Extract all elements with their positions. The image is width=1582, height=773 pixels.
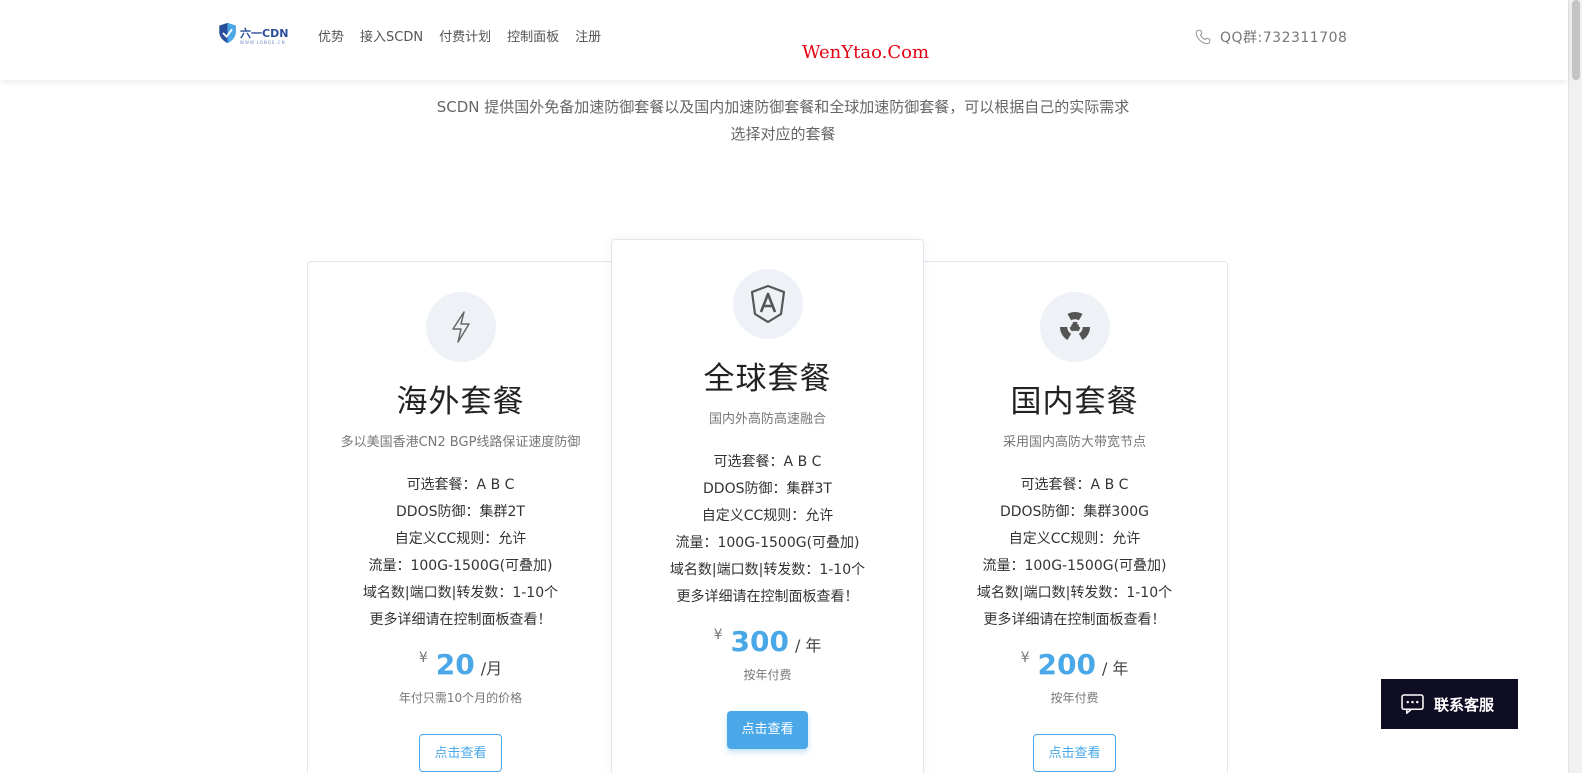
nav-item-connect-scdn[interactable]: 接入SCDN — [360, 26, 423, 45]
price-note: 年付只需10个月的价格 — [398, 691, 523, 705]
price-amount: 300 — [730, 625, 789, 658]
radiation-icon — [1059, 311, 1090, 340]
plan-title: 全球套餐 — [703, 361, 832, 397]
plan-feature: 域名数|端口数|转发数：1-10个 — [976, 585, 1173, 601]
main-nav: 优势 接入SCDN 付费计划 控制面板 注册 — [318, 26, 601, 45]
plan-price: ¥ 200 / 年 — [922, 648, 1227, 681]
top-navbar: 六一CDN WWW.LONGE.CN 优势 接入SCDN 付费计划 控制面板 注… — [0, 0, 1568, 80]
price-amount: 20 — [435, 648, 475, 681]
watermark-text: WenYtao.Com — [802, 42, 930, 63]
plan-feature: 自定义CC规则：允许 — [1008, 531, 1141, 547]
intro-line-2: 选择对应的套餐 — [730, 125, 836, 143]
price-amount: 200 — [1037, 648, 1096, 681]
plan-card-overseas: 海外套餐 多以美国香港CN2 BGP线路保证速度防御 可选套餐：A B C DD… — [307, 261, 613, 773]
plan-card-domestic: 国内套餐 采用国内高防大带宽节点 可选套餐：A B C DDOS防御：集群300… — [922, 261, 1228, 773]
chat-icon — [1401, 694, 1424, 714]
plan-feature: 自定义CC规则：允许 — [394, 531, 527, 547]
plan-feature: 流量：100G-1500G(可叠加) — [675, 535, 860, 551]
plan-feature: 可选套餐：A B C — [713, 454, 822, 470]
pricing-intro: SCDN 提供国外免备加速防御套餐以及国内加速防御套餐和全球加速防御套餐，可以根… — [400, 94, 1166, 148]
currency-symbol: ¥ — [713, 627, 723, 643]
price-note: 按年付费 — [743, 668, 792, 682]
plan-price: ¥ 300 / 年 — [612, 625, 923, 658]
plan-feature: 更多详细请在控制面板查看！ — [983, 612, 1166, 628]
qq-group-contact[interactable]: QQ群:732311708 — [1194, 27, 1347, 47]
nav-item-control-panel[interactable]: 控制面板 — [507, 26, 559, 45]
plan-feature: 更多详细请在控制面板查看！ — [369, 612, 552, 628]
site-logo[interactable]: 六一CDN WWW.LONGE.CN — [218, 22, 289, 45]
plan-subtitle: 多以美国香港CN2 BGP线路保证速度防御 — [340, 435, 581, 450]
nav-item-pricing[interactable]: 付费计划 — [439, 26, 491, 45]
currency-symbol: ¥ — [418, 650, 428, 666]
phone-icon — [1195, 29, 1211, 45]
plan-feature: 域名数|端口数|转发数：1-10个 — [362, 585, 559, 601]
plan-feature: 流量：100G-1500G(可叠加) — [982, 558, 1167, 574]
contact-support-label: 联系客服 — [1434, 695, 1495, 714]
plan-title: 海外套餐 — [396, 384, 525, 420]
plan-feature: 可选套餐：A B C — [1020, 477, 1129, 493]
plan-icon-wrapper — [1039, 292, 1110, 362]
plan-subtitle: 采用国内高防大带宽节点 — [1002, 435, 1146, 450]
currency-symbol: ¥ — [1020, 650, 1030, 666]
plan-feature: DDOS防御：集群3T — [703, 481, 832, 497]
shield-logo-icon — [219, 22, 236, 44]
logo-text: 六一CDN — [240, 26, 289, 40]
plan-icon-wrapper — [425, 292, 496, 362]
plan-title: 国内套餐 — [1010, 384, 1139, 420]
contact-support-button[interactable]: 联系客服 — [1381, 679, 1518, 729]
scrollbar-thumb[interactable] — [1572, 0, 1580, 80]
price-note: 按年付费 — [1050, 691, 1099, 705]
nav-item-advantages[interactable]: 优势 — [318, 26, 344, 45]
lightning-icon — [451, 311, 470, 343]
price-unit: /月 — [480, 659, 503, 678]
logo-subtext: WWW.LONGE.CN — [240, 40, 286, 45]
view-plan-button[interactable]: 点击查看 — [419, 734, 502, 772]
plan-feature-list: 可选套餐：A B C DDOS防御：集群3T 自定义CC规则：允许 流量：100… — [612, 449, 923, 611]
plan-feature-list: 可选套餐：A B C DDOS防御：集群2T 自定义CC规则：允许 流量：100… — [308, 472, 613, 634]
plan-subtitle: 国内外高防高速融合 — [708, 412, 826, 427]
view-plan-button[interactable]: 点击查看 — [1033, 734, 1116, 772]
plan-feature: 域名数|端口数|转发数：1-10个 — [669, 562, 866, 578]
view-plan-button[interactable]: 点击查看 — [727, 711, 808, 749]
qq-group-label: QQ群:732311708 — [1220, 30, 1348, 46]
angular-icon — [750, 284, 785, 324]
intro-line-1: SCDN 提供国外免备加速防御套餐以及国内加速防御套餐和全球加速防御套餐，可以根… — [436, 98, 1130, 116]
plan-card-global: 全球套餐 国内外高防高速融合 可选套餐：A B C DDOS防御：集群3T 自定… — [611, 239, 924, 773]
plan-icon-wrapper — [732, 269, 803, 339]
plan-feature: 自定义CC规则：允许 — [701, 508, 834, 524]
price-unit: / 年 — [1101, 659, 1129, 678]
plan-feature: 流量：100G-1500G(可叠加) — [368, 558, 553, 574]
plan-feature-list: 可选套餐：A B C DDOS防御：集群300G 自定义CC规则：允许 流量：1… — [922, 472, 1227, 634]
plan-feature: 可选套餐：A B C — [406, 477, 515, 493]
plan-feature: DDOS防御：集群300G — [999, 504, 1150, 520]
page-scrollbar[interactable] — [1568, 0, 1582, 773]
price-unit: / 年 — [794, 636, 822, 655]
nav-item-register[interactable]: 注册 — [575, 26, 601, 45]
plan-price: ¥ 20 /月 — [308, 648, 613, 681]
plan-feature: 更多详细请在控制面板查看！ — [676, 589, 859, 605]
plan-feature: DDOS防御：集群2T — [396, 504, 525, 520]
